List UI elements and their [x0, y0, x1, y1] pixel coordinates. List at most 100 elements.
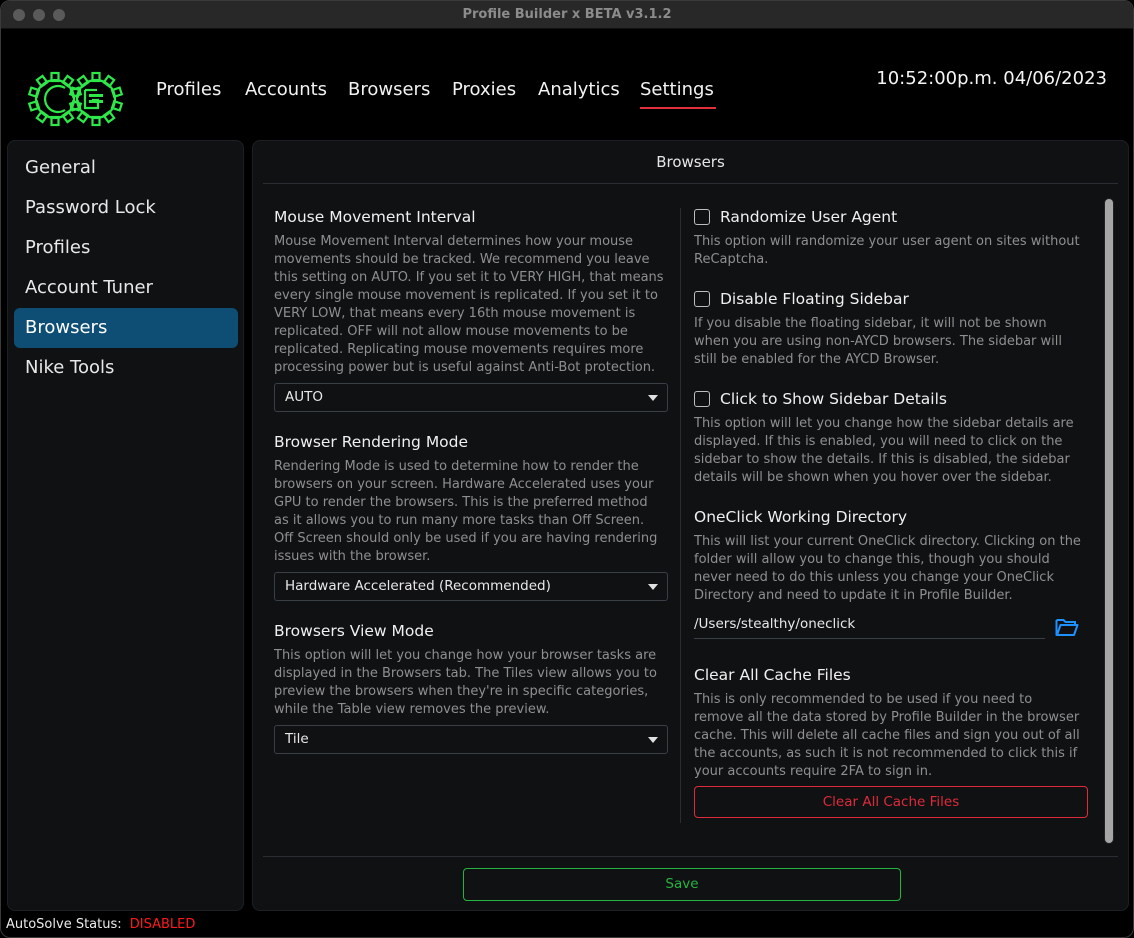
save-button[interactable]: Save — [463, 868, 901, 901]
desc-line: never need to do this unless you change … — [694, 570, 1054, 585]
desc-line: sidebar to show the details. If this is … — [694, 452, 1070, 467]
desc-line: this setting on AUTO. If you set it to V… — [274, 270, 664, 285]
rendering-mode-select[interactable]: Hardware Accelerated (Recommended) — [274, 572, 668, 601]
sidebar-item-account-tuner[interactable]: Account Tuner — [14, 268, 238, 308]
mouse-interval-description: Mouse Movement Interval determines how y… — [274, 233, 664, 377]
clear-cache-description: This is only recommended to be used if y… — [694, 691, 1080, 781]
chevron-down-icon — [648, 584, 658, 590]
desc-line: folder will allow you to change this, th… — [694, 552, 1050, 567]
randomize-user-agent-toggle[interactable]: Randomize User Agent — [694, 208, 897, 226]
disable-floating-sidebar-toggle[interactable]: Disable Floating Sidebar — [694, 290, 909, 308]
clear-cache-button[interactable]: Clear All Cache Files — [694, 786, 1088, 818]
sidebar-item-nike-tools[interactable]: Nike Tools — [14, 348, 238, 388]
app-window: Profile Builder x BETA v3.1.2 Profiles A… — [0, 0, 1134, 938]
sidebar-item-browsers[interactable]: Browsers — [14, 308, 238, 348]
rendering-mode-description: Rendering Mode is used to determine how … — [274, 458, 657, 566]
view-mode-description: This option will let you change how your… — [274, 647, 657, 719]
disable-floating-sidebar-checkbox[interactable] — [694, 291, 710, 307]
nav-accounts[interactable]: Accounts — [245, 79, 327, 100]
desc-line: replicated. OFF will not allow mouse mov… — [274, 324, 628, 339]
oneclick-directory-title: OneClick Working Directory — [694, 508, 908, 526]
view-mode-value: Tile — [285, 731, 309, 747]
desc-line: Rendering Mode is used to determine how … — [274, 459, 639, 474]
settings-sidebar: General Password Lock Profiles Account T… — [7, 140, 244, 911]
footer-divider — [263, 856, 1118, 857]
mouse-interval-select[interactable]: AUTO — [274, 383, 668, 412]
view-mode-title: Browsers View Mode — [274, 622, 434, 640]
desc-line: replicated. Replicating mouse movements … — [274, 342, 644, 357]
chevron-down-icon — [648, 737, 658, 743]
folder-open-icon[interactable] — [1055, 617, 1079, 637]
app-logo-icon — [27, 71, 124, 127]
desc-line: processing power but is useful against A… — [274, 360, 656, 375]
autosolve-status-value: DISABLED — [129, 917, 196, 932]
scrollbar[interactable] — [1104, 198, 1114, 844]
desc-line: preview the browsers when they're in spe… — [274, 684, 649, 699]
oneclick-directory-field[interactable]: /Users/stealthy/oneclick — [694, 611, 1045, 639]
desc-line: This option will let you change how the … — [694, 416, 1074, 431]
nav-analytics[interactable]: Analytics — [538, 79, 620, 100]
show-sidebar-details-description: This option will let you change how the … — [694, 415, 1074, 487]
sidebar-item-general[interactable]: General — [14, 148, 238, 188]
view-mode-select[interactable]: Tile — [274, 725, 668, 754]
desc-line: displayed. If this is enabled, you will … — [694, 434, 1063, 449]
desc-line: issues with the browser. — [274, 549, 431, 564]
panel-title-divider — [263, 183, 1118, 184]
desc-line: displayed in the Browsers tab. The Tiles… — [274, 666, 657, 681]
desc-line: GPU to render the browsers. This is the … — [274, 495, 648, 510]
nav-settings-label: Settings — [640, 79, 714, 100]
show-sidebar-details-checkbox[interactable] — [694, 391, 710, 407]
desc-line: This option will let you change how your… — [274, 648, 657, 663]
show-sidebar-details-label: Click to Show Sidebar Details — [720, 390, 947, 408]
desc-line: browsers on your screen. Hardware Accele… — [274, 477, 654, 492]
clear-cache-title: Clear All Cache Files — [694, 666, 851, 684]
oneclick-directory-description: This will list your current OneClick dir… — [694, 533, 1081, 605]
clock: 10:52:00p.m. 04/06/2023 — [876, 68, 1107, 89]
desc-line: This option will randomize your user age… — [694, 234, 1080, 249]
desc-line: remove all the data stored by Profile Bu… — [694, 710, 1080, 725]
scrollbar-thumb[interactable] — [1105, 199, 1113, 843]
rendering-mode-value: Hardware Accelerated (Recommended) — [285, 578, 551, 594]
chevron-down-icon — [648, 395, 658, 401]
desc-line: Mouse Movement Interval determines how y… — [274, 234, 634, 249]
autosolve-status: AutoSolve Status: DISABLED — [6, 917, 195, 932]
desc-line: still be enabled for the AYCD Browser. — [694, 352, 940, 367]
disable-floating-sidebar-label: Disable Floating Sidebar — [720, 290, 909, 308]
desc-line: while the Table view removes the preview… — [274, 702, 550, 717]
desc-line: your accounts require 2FA to sign in. — [694, 764, 933, 779]
active-tab-underline — [640, 107, 716, 109]
disable-floating-sidebar-description: If you disable the floating sidebar, it … — [694, 315, 1062, 369]
sidebar-item-password-lock[interactable]: Password Lock — [14, 188, 238, 228]
desc-line: when you are using non-AYCD browsers. Th… — [694, 334, 1062, 349]
desc-line: as it allows you to run many more tasks … — [274, 513, 645, 528]
panel-title: Browsers — [656, 153, 725, 171]
show-sidebar-details-toggle[interactable]: Click to Show Sidebar Details — [694, 390, 947, 408]
autosolve-status-label: AutoSolve Status: — [6, 917, 122, 932]
title-bar: Profile Builder x BETA v3.1.2 — [1, 1, 1133, 29]
desc-line: the accounts, as such it is not recommen… — [694, 746, 1078, 761]
sidebar-item-profiles[interactable]: Profiles — [14, 228, 238, 268]
desc-line: VERY LOW, that means every 16th mouse mo… — [274, 306, 636, 321]
desc-line: This will list your current OneClick dir… — [694, 534, 1081, 549]
desc-line: details will be shown when you hover ove… — [694, 470, 1052, 485]
desc-line: cache. This will delete all cache files … — [694, 728, 1080, 743]
desc-line: This is only recommended to be used if y… — [694, 692, 1033, 707]
app-header: Profiles Accounts Browsers Proxies Analy… — [1, 29, 1133, 137]
randomize-user-agent-description: This option will randomize your user age… — [694, 233, 1080, 269]
nav-profiles[interactable]: Profiles — [156, 79, 221, 100]
desc-line: ReCaptcha. — [694, 252, 769, 267]
nav-settings[interactable]: Settings — [640, 79, 716, 109]
mouse-interval-value: AUTO — [285, 389, 323, 405]
nav-browsers[interactable]: Browsers — [348, 79, 430, 100]
desc-line: movements should be tracked. We recommen… — [274, 252, 650, 267]
mouse-interval-title: Mouse Movement Interval — [274, 208, 476, 226]
desc-line: Directory and need to update it in Profi… — [694, 588, 1013, 603]
window-title: Profile Builder x BETA v3.1.2 — [462, 7, 672, 22]
randomize-user-agent-checkbox[interactable] — [694, 209, 710, 225]
nav-proxies[interactable]: Proxies — [452, 79, 516, 100]
rendering-mode-title: Browser Rendering Mode — [274, 433, 469, 451]
desc-line: If you disable the floating sidebar, it … — [694, 316, 1047, 331]
desc-line: every single mouse movement is replicate… — [274, 288, 658, 303]
desc-line: Off Screen should only be used if you ar… — [274, 531, 658, 546]
randomize-user-agent-label: Randomize User Agent — [720, 208, 898, 226]
